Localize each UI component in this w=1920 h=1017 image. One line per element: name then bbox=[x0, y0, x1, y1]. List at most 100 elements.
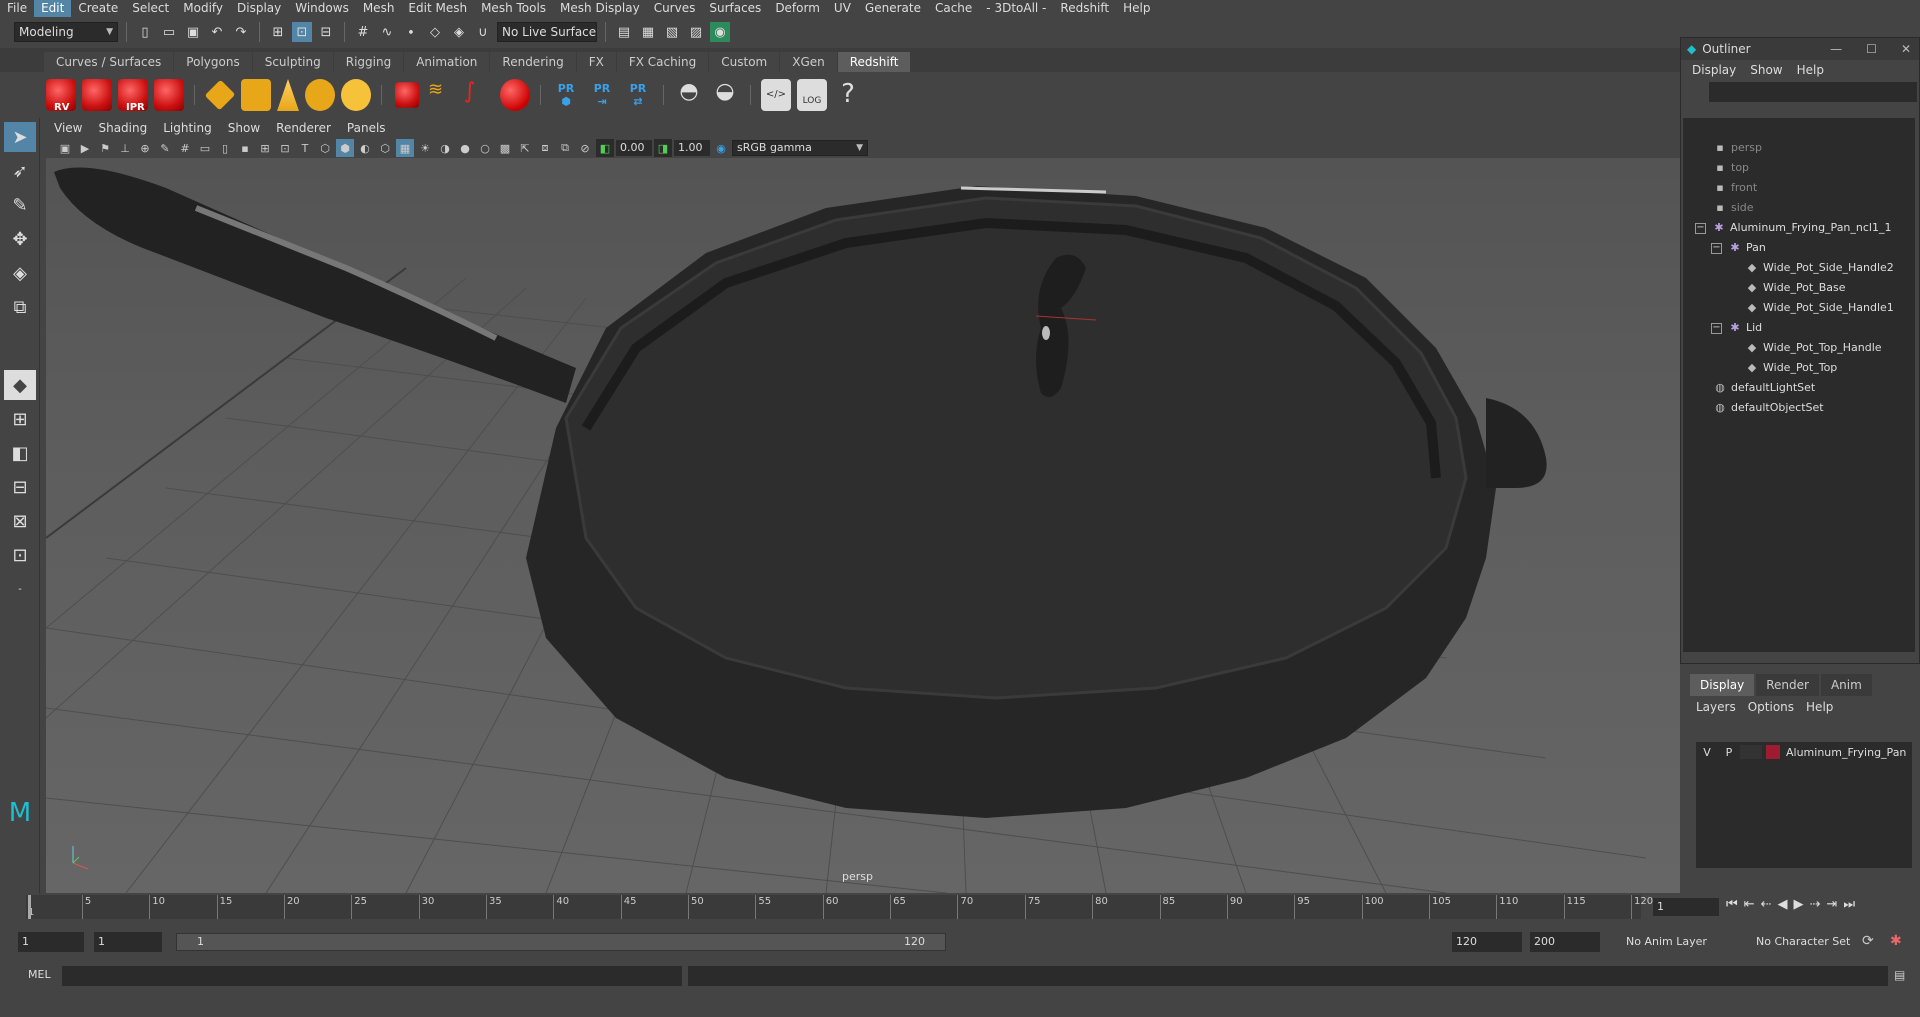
step-back-frame-icon[interactable]: ⇠ bbox=[1761, 897, 1772, 912]
layer-tab-anim[interactable]: Anim bbox=[1820, 674, 1872, 696]
lasso-tool-icon[interactable]: ➶ bbox=[4, 156, 36, 186]
panel-menu-lighting[interactable]: Lighting bbox=[155, 121, 220, 135]
redshift-hair-button[interactable]: ≋ bbox=[428, 79, 458, 111]
snap-point-icon[interactable]: ∙ bbox=[401, 22, 421, 42]
outliner-item-wide-pot-top-handle[interactable]: ◆ Wide_Pot_Top_Handle bbox=[1683, 338, 1915, 358]
go-to-start-icon[interactable]: ⏮ bbox=[1726, 897, 1738, 912]
tab-fx[interactable]: FX bbox=[576, 52, 616, 72]
select-object-icon[interactable]: ⊡ bbox=[292, 22, 312, 42]
tab-curves-surfaces[interactable]: Curves / Surfaces bbox=[44, 52, 174, 72]
collapse-icon[interactable]: − bbox=[1711, 242, 1722, 254]
menu-modify[interactable]: Modify bbox=[176, 0, 230, 17]
panel-menu-renderer[interactable]: Renderer bbox=[268, 121, 339, 135]
outliner-item-defaultobjectset[interactable]: ◍ defaultObjectSet bbox=[1683, 398, 1915, 418]
hypershade-icon[interactable]: ◉ bbox=[710, 22, 730, 42]
snap-live-icon[interactable]: ◈ bbox=[449, 22, 469, 42]
tab-redshift[interactable]: Redshift bbox=[837, 52, 911, 72]
gamma-icon[interactable]: ◨ bbox=[654, 139, 672, 157]
tab-polygons[interactable]: Polygons bbox=[174, 52, 252, 72]
outliner-item-wide-pot-side-handle1[interactable]: ◆ Wide_Pot_Side_Handle1 bbox=[1683, 298, 1915, 318]
select-tool-icon[interactable]: ➤ bbox=[4, 122, 36, 152]
anti-aliasing-icon[interactable]: ▩ bbox=[496, 139, 514, 157]
xray-joints-icon[interactable]: ⧉ bbox=[556, 139, 574, 157]
step-back-key-icon[interactable]: ⇤ bbox=[1744, 897, 1755, 912]
play-backwards-icon[interactable]: ◀ bbox=[1778, 897, 1788, 912]
ipr-render-icon[interactable]: ▧ bbox=[662, 22, 682, 42]
tab-sculpting[interactable]: Sculpting bbox=[252, 52, 333, 72]
camera-select-icon[interactable]: ▣ bbox=[56, 139, 74, 157]
layer-menu-options[interactable]: Options bbox=[1742, 700, 1800, 714]
collapse-icon[interactable]: − bbox=[1711, 322, 1722, 334]
current-frame-field[interactable]: 1 bbox=[1653, 898, 1719, 916]
wireframe-icon[interactable]: ⬡ bbox=[316, 139, 334, 157]
help-icon[interactable]: ? bbox=[833, 79, 863, 111]
color-management-icon[interactable]: ◉ bbox=[712, 139, 730, 157]
layer-row[interactable]: V P Aluminum_Frying_Pan bbox=[1696, 742, 1912, 762]
render-settings-icon[interactable]: ▨ bbox=[686, 22, 706, 42]
move-tool-icon[interactable]: ✥ bbox=[4, 224, 36, 254]
redo-icon[interactable]: ↷ bbox=[231, 22, 251, 42]
default-material-icon[interactable]: ◐ bbox=[356, 139, 374, 157]
layer-menu-layers[interactable]: Layers bbox=[1690, 700, 1742, 714]
four-view-layout-icon[interactable]: ⊞ bbox=[4, 404, 36, 434]
command-input[interactable] bbox=[62, 966, 682, 986]
shadows-icon[interactable]: ◑ bbox=[436, 139, 454, 157]
panel-menu-panels[interactable]: Panels bbox=[339, 121, 394, 135]
time-ruler[interactable]: 1 5 10 15 20 25 30 35 40 45 50 55 60 65 70 75 80 85 90 95 10… bbox=[26, 895, 1653, 919]
menu-3dtoall[interactable]: - 3DtoAll - bbox=[979, 0, 1053, 17]
safe-title-icon[interactable]: T bbox=[296, 139, 314, 157]
layer-color-swatch[interactable] bbox=[1766, 745, 1780, 759]
xray-components-icon[interactable]: ⊘ bbox=[576, 139, 594, 157]
menu-generate[interactable]: Generate bbox=[858, 0, 928, 17]
outliner-search-input[interactable] bbox=[1709, 82, 1917, 102]
xray-icon[interactable]: ⧈ bbox=[536, 139, 554, 157]
persp-graph-layout-icon[interactable]: ⊟ bbox=[4, 472, 36, 502]
toolbox-more-icon[interactable]: - bbox=[4, 574, 36, 604]
grid-toggle-icon[interactable]: # bbox=[176, 139, 194, 157]
panel-menu-show[interactable]: Show bbox=[220, 121, 268, 135]
motion-blur-icon[interactable]: ○ bbox=[476, 139, 494, 157]
animation-preferences-icon[interactable]: ✱ bbox=[1890, 933, 1902, 949]
pot-icon-button-2[interactable]: ◒ bbox=[710, 79, 740, 111]
tab-rigging[interactable]: Rigging bbox=[333, 52, 404, 72]
render-view-icon[interactable]: ▤ bbox=[614, 22, 634, 42]
outliner-item-lid[interactable]: − ✱ Lid bbox=[1683, 318, 1915, 338]
scale-tool-icon[interactable]: ⧉ bbox=[4, 292, 36, 322]
tab-animation[interactable]: Animation bbox=[404, 52, 490, 72]
menu-mesh-tools[interactable]: Mesh Tools bbox=[474, 0, 553, 17]
command-language-label[interactable]: MEL bbox=[28, 968, 51, 981]
menu-surfaces[interactable]: Surfaces bbox=[702, 0, 768, 17]
snap-grid-icon[interactable]: # bbox=[353, 22, 373, 42]
render-frame-icon[interactable]: ▦ bbox=[638, 22, 658, 42]
rotate-tool-icon[interactable]: ◈ bbox=[4, 258, 36, 288]
layer-tab-display[interactable]: Display bbox=[1690, 674, 1755, 696]
save-scene-icon[interactable]: ▣ bbox=[183, 22, 203, 42]
paint-select-icon[interactable]: ✎ bbox=[4, 190, 36, 220]
menu-help[interactable]: Help bbox=[1116, 0, 1157, 17]
redshift-pr-button-3[interactable]: PR ⇄ bbox=[623, 82, 653, 108]
persp-outliner-layout-icon[interactable]: ◧ bbox=[4, 438, 36, 468]
grease-pencil-icon[interactable]: ✎ bbox=[156, 139, 174, 157]
film-gate-icon[interactable]: ▭ bbox=[196, 139, 214, 157]
outliner-tree[interactable]: ▪ persp ▪ top ▪ front ▪ side − ✱ Aluminum_Frying_P… bbox=[1683, 118, 1915, 652]
redshift-dome-light-button[interactable] bbox=[305, 79, 335, 111]
snap-curve-icon[interactable]: ∿ bbox=[377, 22, 397, 42]
hypershade-layout-icon[interactable]: ⊠ bbox=[4, 506, 36, 536]
outliner-item-pan[interactable]: − ✱ Pan bbox=[1683, 238, 1915, 258]
anim-layer-dropdown[interactable]: No Anim Layer bbox=[1622, 932, 1742, 952]
outliner-item-side[interactable]: ▪ side bbox=[1683, 198, 1915, 218]
menu-curves[interactable]: Curves bbox=[647, 0, 703, 17]
outliner-item-top[interactable]: ▪ top bbox=[1683, 158, 1915, 178]
layer-visibility-toggle[interactable]: V bbox=[1696, 746, 1718, 759]
isolate-select-icon[interactable]: ⇱ bbox=[516, 139, 534, 157]
tab-fx-caching[interactable]: FX Caching bbox=[616, 52, 709, 72]
menu-windows[interactable]: Windows bbox=[288, 0, 356, 17]
layer-playback-toggle[interactable]: P bbox=[1718, 746, 1740, 759]
redshift-render-view-button[interactable]: RV bbox=[46, 79, 76, 113]
single-perspective-layout-icon[interactable]: ◆ bbox=[4, 370, 36, 400]
redshift-curve-button[interactable]: ∫ bbox=[464, 79, 494, 111]
snap-view-icon[interactable]: ◇ bbox=[425, 22, 445, 42]
image-plane-icon[interactable]: ⊥ bbox=[116, 139, 134, 157]
outliner-menu-help[interactable]: Help bbox=[1790, 63, 1831, 77]
redshift-settings-button[interactable] bbox=[154, 79, 184, 111]
